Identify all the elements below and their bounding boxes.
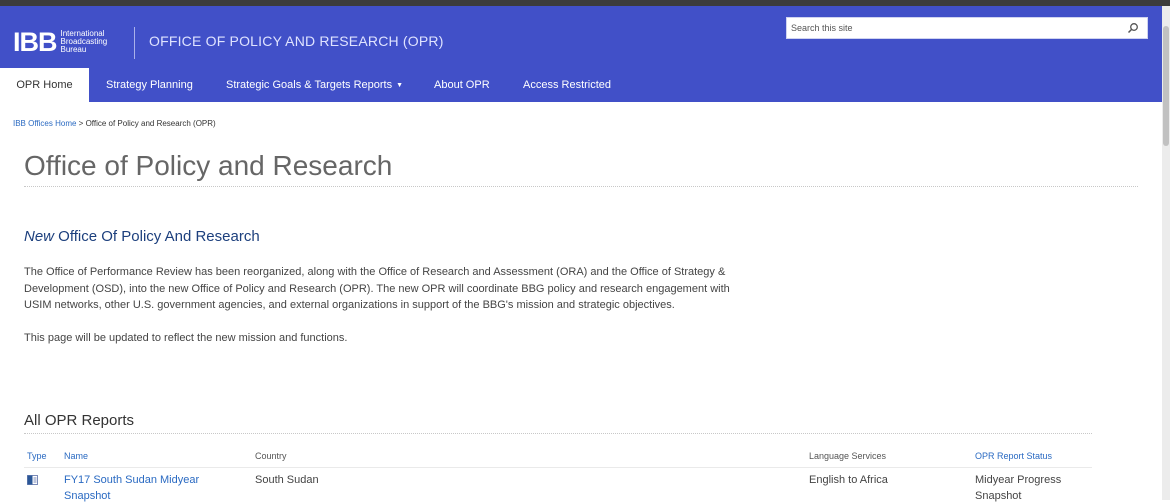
site-header: IBB International Broadcasting Bureau OF… bbox=[0, 6, 1162, 68]
word-document-icon[interactable] bbox=[27, 475, 38, 485]
reports-section-title: All OPR Reports bbox=[24, 412, 135, 429]
reports-section-divider bbox=[24, 433, 1092, 434]
subheading-new: New bbox=[24, 228, 55, 245]
logo-text: International Broadcasting Bureau bbox=[61, 30, 121, 54]
nav-item-strategy-planning[interactable]: Strategy Planning bbox=[106, 68, 193, 102]
search-input[interactable] bbox=[791, 23, 1121, 33]
dropdown-caret-icon: ▼ bbox=[396, 82, 404, 89]
logo-line-3: Bureau bbox=[60, 45, 87, 54]
column-header-type[interactable]: Type bbox=[27, 451, 47, 461]
column-header-name[interactable]: Name bbox=[64, 451, 88, 461]
subheading-rest: Office Of Policy And Research bbox=[54, 228, 260, 245]
nav-label: Strategy Planning bbox=[106, 79, 193, 91]
logo-mark: IBB bbox=[13, 26, 57, 57]
nav-label: OPR Home bbox=[16, 79, 73, 91]
nav-item-about-opr[interactable]: About OPR bbox=[434, 68, 490, 102]
breadcrumb: IBB Offices Home > Office of Policy and … bbox=[13, 119, 216, 128]
page-title: Office of Policy and Research bbox=[24, 150, 393, 181]
update-notice-paragraph: This page will be updated to reflect the… bbox=[24, 332, 348, 344]
main-nav: OPR Home Strategy Planning Strategic Goa… bbox=[0, 68, 1162, 102]
report-language-services: English to Africa bbox=[809, 474, 888, 486]
section-subheading: New Office Of Policy And Research bbox=[24, 228, 260, 245]
nav-item-access-restricted[interactable]: Access Restricted bbox=[523, 68, 611, 102]
column-header-report-status[interactable]: OPR Report Status bbox=[975, 451, 1052, 461]
nav-label: About OPR bbox=[434, 79, 490, 91]
title-divider bbox=[24, 186, 1138, 187]
column-header-country: Country bbox=[255, 451, 287, 461]
report-status: Midyear Progress Snapshot bbox=[975, 474, 1062, 502]
search-box[interactable] bbox=[786, 17, 1148, 39]
column-header-language-services: Language Services bbox=[809, 451, 887, 461]
report-country: South Sudan bbox=[255, 474, 319, 486]
site-title[interactable]: OFFICE OF POLICY AND RESEARCH (OPR) bbox=[149, 33, 444, 49]
nav-item-opr-home[interactable]: OPR Home bbox=[0, 68, 89, 102]
breadcrumb-separator: > bbox=[76, 119, 86, 128]
breadcrumb-current: Office of Policy and Research (OPR) bbox=[85, 119, 216, 128]
breadcrumb-home-link[interactable]: IBB Offices Home bbox=[13, 119, 76, 128]
report-name-link[interactable]: FY17 South Sudan Midyear Snapshot bbox=[64, 472, 224, 504]
table-header-divider bbox=[24, 467, 1092, 468]
ibb-logo[interactable]: IBB International Broadcasting Bureau bbox=[13, 25, 121, 59]
nav-item-strategic-goals[interactable]: Strategic Goals & Targets Reports ▼ bbox=[226, 68, 403, 102]
search-icon[interactable] bbox=[1127, 22, 1139, 34]
nav-label: Access Restricted bbox=[523, 79, 612, 91]
nav-label: Strategic Goals & Targets Reports bbox=[226, 79, 393, 91]
header-divider bbox=[134, 27, 135, 59]
intro-paragraph: The Office of Performance Review has bee… bbox=[24, 266, 730, 311]
scrollbar-thumb[interactable] bbox=[1163, 26, 1169, 146]
page-scrollbar[interactable] bbox=[1162, 6, 1170, 500]
